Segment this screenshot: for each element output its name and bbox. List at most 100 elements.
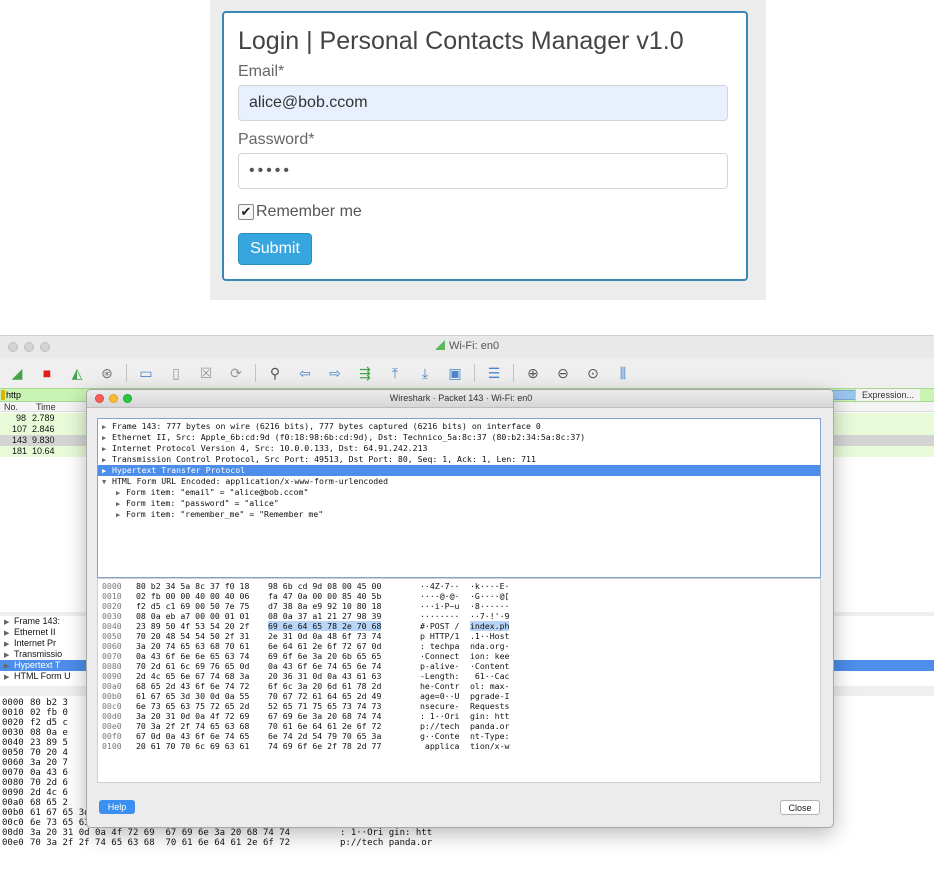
ascii-bytes: : techpa <box>420 641 460 651</box>
byte-offset: 0090 <box>102 671 122 681</box>
column-header[interactable]: No. <box>4 402 18 412</box>
dialog-packet-tree: ▶ Frame 143: 777 bytes on wire (6216 bits… <box>97 418 821 578</box>
ascii-bytes: Requests <box>470 701 510 711</box>
hex-bytes: 08 0a 37 a1 21 27 98 39 <box>268 611 382 621</box>
remember-me-row[interactable]: ✔ Remember me <box>238 203 362 221</box>
expand-triangle-icon[interactable]: ▶ <box>116 510 126 521</box>
first-packet-icon[interactable]: ⤒ <box>384 362 406 384</box>
hex-bytes: d7 38 8a e9 92 10 80 18 <box>268 601 382 611</box>
byte-offset: 0060 <box>102 641 122 651</box>
tree-item[interactable]: ▶ Frame 143: 777 bytes on wire (6216 bits… <box>98 421 820 432</box>
byte-offset: 0080 <box>102 661 122 671</box>
dialog-bytes-pane: 0000 80 b2 34 5a 8c 37 f0 18 98 6b cd 9d 0… <box>97 578 821 783</box>
byte-offset: 00e0 <box>2 838 24 848</box>
bookmark-icon[interactable] <box>1 390 5 400</box>
byte-offset: 0050 <box>102 631 122 641</box>
go-to-packet-icon[interactable]: ⇶ <box>354 362 376 384</box>
restart-capture-icon[interactable]: ◭ <box>66 362 88 384</box>
ascii-bytes: -Length: <box>420 671 460 681</box>
tree-item[interactable]: ▶ Transmission Control Protocol, Src Port… <box>98 454 820 465</box>
password-value: ••••• <box>249 162 293 179</box>
open-file-icon[interactable]: ▭ <box>135 362 157 384</box>
hex-bytes: 6e 73 65 63 75 72 65 2d <box>136 701 250 711</box>
last-packet-icon[interactable]: ⤓ <box>414 362 436 384</box>
expression-button[interactable]: Expression... <box>854 389 920 401</box>
colorize-icon[interactable]: ☰ <box>483 362 505 384</box>
hex-bytes: 52 65 71 75 65 73 74 73 <box>268 701 382 711</box>
remember-me-checkbox[interactable]: ✔ <box>238 204 254 220</box>
byte-offset: 0080 <box>2 778 24 788</box>
tree-item[interactable]: ▶ Hypertext Transfer Protocol <box>98 465 820 476</box>
tree-item[interactable]: ▼ HTML Form URL Encoded: application/x-ww… <box>98 476 820 487</box>
ascii-bytes: ·Connect <box>420 651 460 661</box>
password-field[interactable]: ••••• <box>238 153 728 189</box>
email-label: Email* <box>238 63 285 80</box>
ascii-bytes: applica <box>420 741 460 751</box>
ascii-bytes: : 1··Ori <box>420 711 460 721</box>
close-button[interactable]: Close <box>780 800 820 815</box>
email-field[interactable]: alice@bob.ccom <box>238 85 728 121</box>
reload-file-icon[interactable]: ⟳ <box>225 362 247 384</box>
byte-offset: 00c0 <box>2 818 24 828</box>
hex-bytes: 02 fb 00 00 40 00 40 06 <box>136 591 250 601</box>
tree-item[interactable]: ▶ Form item: "password" = "alice" <box>98 498 820 509</box>
zoom-out-icon[interactable]: ⊖ <box>552 362 574 384</box>
byte-offset: 0050 <box>2 748 24 758</box>
toolbar-separator <box>513 364 514 382</box>
packet-number: 107 <box>12 424 28 434</box>
packet-time: 10.64 <box>32 446 55 456</box>
hex-bytes: 6e 64 61 2e 6f 72 67 0d <box>268 641 382 651</box>
ascii-bytes: : 1··Ori gin: htt <box>340 828 433 838</box>
tree-item[interactable]: ▶ Internet Protocol Version 4, Src: 10.0.… <box>98 443 820 454</box>
packet-dialog: Wireshark · Packet 143 · Wi-Fi: en0 ▶ Fra… <box>86 389 834 828</box>
tree-item[interactable]: ▶ Form item: "email" = "alice@bob.ccom" <box>98 487 820 498</box>
hex-bytes: 67 0d 0a 43 6f 6e 74 65 <box>136 731 250 741</box>
stop-capture-icon[interactable]: ■ <box>36 362 58 384</box>
expand-triangle-icon[interactable]: ▶ <box>4 672 14 683</box>
start-capture-icon[interactable]: ◢ <box>6 362 28 384</box>
byte-offset: 00d0 <box>102 711 122 721</box>
ascii-bytes: he-Contr <box>420 681 460 691</box>
hex-bytes: 68 65 2d 43 6f 6e 74 72 <box>136 681 250 691</box>
find-packet-icon[interactable]: ⚲ <box>264 362 286 384</box>
hex-bytes: 74 69 6f 6e 2f 78 2d 77 <box>268 741 382 751</box>
resize-columns-icon[interactable]: ⫼ <box>612 362 634 384</box>
autoscroll-icon[interactable]: ▣ <box>444 362 466 384</box>
byte-offset: 0090 <box>2 788 24 798</box>
packet-time: 9.830 <box>32 435 55 445</box>
ascii-bytes: 61··Cac <box>470 671 510 681</box>
ascii-bytes: ··4Z·7·· <box>420 581 460 591</box>
ascii-bytes: gin: htt <box>470 711 510 721</box>
byte-offset: 0000 <box>102 581 122 591</box>
window-title: Wi-Fi: en0 <box>0 340 934 352</box>
ascii-bytes: nda.org· <box>470 641 510 651</box>
window-titlebar: Wi-Fi: en0 <box>0 336 934 358</box>
close-file-icon[interactable]: ☒ <box>195 362 217 384</box>
help-button[interactable]: Help <box>99 800 135 814</box>
display-filter-input[interactable]: http <box>6 390 21 400</box>
hex-bytes: 3a 20 7 <box>30 758 68 768</box>
zoom-in-icon[interactable]: ⊕ <box>522 362 544 384</box>
capture-options-icon[interactable]: ⊛ <box>96 362 118 384</box>
byte-offset: 0040 <box>2 738 24 748</box>
ascii-bytes: ···i·P~u <box>420 601 460 611</box>
byte-offset: 0000 <box>2 698 24 708</box>
hex-bytes: 3a 20 31 0d 0a 4f 72 69 67 69 6e 3a 20 6… <box>30 828 291 838</box>
login-card: Login | Personal Contacts Manager v1.0 E… <box>222 11 748 281</box>
column-header[interactable]: Time <box>36 402 56 412</box>
submit-button[interactable]: Submit <box>238 233 312 265</box>
dialog-titlebar: Wireshark · Packet 143 · Wi-Fi: en0 <box>87 390 833 408</box>
tree-item-label: Form item: "remember_me" = "Remember me" <box>126 509 324 519</box>
go-back-icon[interactable]: ⇦ <box>294 362 316 384</box>
hex-bytes: 69 6e 64 65 78 2e 70 68 <box>268 621 382 631</box>
tree-item[interactable]: ▶ Ethernet II, Src: Apple_6b:cd:9d (f0:18… <box>98 432 820 443</box>
hex-bytes: 2e 31 0d 0a 48 6f 73 74 <box>268 631 382 641</box>
byte-offset: 0030 <box>2 728 24 738</box>
normal-size-icon[interactable]: ⊙ <box>582 362 604 384</box>
save-file-icon[interactable]: ▯ <box>165 362 187 384</box>
byte-offset: 0100 <box>102 741 122 751</box>
tree-item-label: HTML Form URL Encoded: application/x-www… <box>112 476 389 486</box>
byte-offset: 0070 <box>102 651 122 661</box>
go-forward-icon[interactable]: ⇨ <box>324 362 346 384</box>
tree-item[interactable]: ▶ Form item: "remember_me" = "Remember me… <box>98 509 820 520</box>
